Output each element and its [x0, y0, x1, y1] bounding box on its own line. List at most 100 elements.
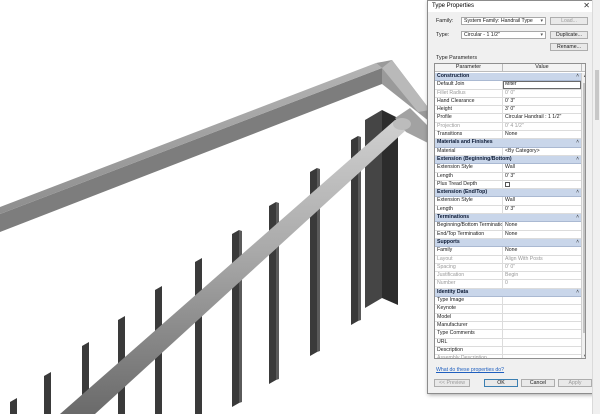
group-header-row[interactable]: Terminations ˄: [435, 214, 581, 223]
parameter-value[interactable]: 0' 3": [503, 98, 581, 105]
parameter-value: Begin: [505, 272, 519, 279]
parameter-value[interactable]: 3' 0": [503, 106, 581, 113]
close-icon[interactable]: ✕: [583, 1, 590, 10]
collapse-caret-icon[interactable]: ˄: [576, 189, 579, 196]
group-header-row[interactable]: Construction ˄: [435, 73, 581, 82]
parameter-row[interactable]: Profile Circular Handrail : 1 1/2": [435, 114, 581, 123]
parameter-value[interactable]: [503, 297, 581, 304]
group-header-row[interactable]: Identity Data ˄: [435, 288, 581, 298]
rename-button[interactable]: Rename...: [550, 43, 588, 51]
parameter-value[interactable]: Miter: [503, 81, 581, 89]
parameter-value[interactable]: <By Category>: [503, 148, 581, 155]
parameter-row[interactable]: Projection 0' 4 1/2": [435, 122, 581, 132]
parameter-value[interactable]: [503, 347, 581, 354]
parameter-row[interactable]: Type Image: [435, 297, 581, 306]
parameter-row[interactable]: Assembly Description: [435, 355, 581, 358]
parameter-value[interactable]: [503, 181, 581, 188]
family-label: Family:: [436, 18, 454, 24]
parameter-value[interactable]: None: [503, 222, 581, 229]
group-header-row[interactable]: Supports ˄: [435, 238, 581, 248]
chevron-down-icon: ▾: [540, 32, 543, 38]
group-header-label: Supports: [437, 238, 460, 245]
parameter-row[interactable]: Manufacturer: [435, 321, 581, 331]
parameter-row[interactable]: Beginning/Bottom Termination None: [435, 222, 581, 231]
parameter-row[interactable]: Spacing 0' 0": [435, 263, 581, 273]
parameter-row[interactable]: Keynote: [435, 305, 581, 314]
group-header-label: Extension (Beginning/Bottom): [437, 155, 512, 162]
parameter-row[interactable]: End/Top Termination None: [435, 230, 581, 239]
parameter-value: 0: [505, 280, 508, 287]
collapse-caret-icon[interactable]: ˄: [576, 289, 579, 296]
parameter-row[interactable]: Default Join Miter: [435, 81, 581, 90]
grid-scrollbar[interactable]: ▲ ▼: [581, 73, 585, 358]
collapse-caret-icon[interactable]: ˄: [576, 214, 579, 221]
group-header-row[interactable]: Extension (Beginning/Bottom) ˄: [435, 155, 581, 165]
parameter-row[interactable]: Description: [435, 346, 581, 356]
parameter-value[interactable]: Circular Handrail : 1 1/2": [503, 114, 581, 121]
parameter-row[interactable]: Model: [435, 313, 581, 322]
parameter-value[interactable]: None: [503, 231, 581, 238]
family-dropdown[interactable]: System Family: Handrail Type ▾: [461, 17, 546, 25]
railing-3d-view: [0, 60, 430, 414]
parameter-value[interactable]: 0' 3": [503, 206, 581, 213]
parameter-value[interactable]: [503, 330, 581, 337]
parameter-column-header[interactable]: Parameter: [435, 64, 503, 72]
group-header-row[interactable]: Extension (End/Top) ˄: [435, 189, 581, 198]
value-column-header[interactable]: Value: [503, 64, 581, 72]
parameter-name: Model: [435, 313, 503, 321]
collapse-caret-icon[interactable]: ˄: [576, 239, 579, 246]
parameter-row[interactable]: Family None: [435, 247, 581, 256]
parameter-row[interactable]: Length 0' 3": [435, 172, 581, 181]
dialog-titlebar[interactable]: Type Properties ✕: [428, 1, 593, 12]
parameter-value[interactable]: Wall: [503, 197, 581, 204]
parameter-row[interactable]: Fillet Radius 0' 0": [435, 89, 581, 98]
parameter-value[interactable]: None: [503, 247, 581, 254]
parameter-value: [503, 355, 581, 358]
duplicate-button[interactable]: Duplicate...: [550, 31, 588, 39]
chevron-down-icon: ▾: [540, 18, 543, 24]
collapse-caret-icon[interactable]: ˄: [576, 73, 579, 80]
scroll-up-icon[interactable]: ▲: [582, 73, 585, 79]
apply-button[interactable]: Apply: [558, 379, 592, 387]
preview-button[interactable]: << Preview: [434, 379, 470, 387]
parameter-row[interactable]: Length 0' 3": [435, 205, 581, 215]
scroll-thumb[interactable]: [583, 83, 585, 333]
collapse-caret-icon[interactable]: ˄: [576, 139, 579, 146]
parameter-value[interactable]: 0' 3": [503, 173, 581, 180]
parameter-value[interactable]: [503, 314, 581, 321]
parameter-row[interactable]: URL: [435, 338, 581, 347]
cancel-button[interactable]: Cancel: [521, 379, 555, 387]
parameter-row[interactable]: Plus Tread Depth: [435, 180, 581, 190]
parameter-name: Plus Tread Depth: [435, 180, 503, 189]
load-button[interactable]: Load...: [550, 17, 588, 25]
type-dropdown[interactable]: Circular - 1 1/2" ▾: [461, 31, 546, 39]
parameter-row[interactable]: Type Comments: [435, 330, 581, 339]
parameter-row[interactable]: Number 0: [435, 280, 581, 289]
collapse-caret-icon[interactable]: ˄: [576, 156, 579, 163]
type-properties-dialog: Type Properties ✕ Family: System Family:…: [427, 0, 594, 394]
scroll-down-icon[interactable]: ▼: [582, 353, 585, 358]
3d-viewport[interactable]: [0, 0, 430, 414]
parameter-value[interactable]: None: [503, 131, 581, 138]
parameter-value[interactable]: [503, 339, 581, 346]
parameter-value[interactable]: Wall: [503, 164, 581, 171]
parameter-value[interactable]: [503, 322, 581, 329]
family-value: System Family: Handrail Type: [464, 18, 533, 24]
window-scroll-thumb[interactable]: [595, 70, 599, 120]
parameter-row[interactable]: Hand Clearance 0' 3": [435, 97, 581, 107]
parameter-row[interactable]: Height 3' 0": [435, 106, 581, 115]
parameter-row[interactable]: Extension Style Wall: [435, 197, 581, 206]
parameter-name: Extension Style: [435, 197, 503, 205]
parameter-row[interactable]: Material <By Category>: [435, 147, 581, 156]
parameter-row[interactable]: Extension Style Wall: [435, 164, 581, 173]
plus-tread-depth-checkbox[interactable]: [505, 181, 510, 187]
group-header-row[interactable]: Materials and Finishes ˄: [435, 139, 581, 148]
parameter-row[interactable]: Layout Align With Posts: [435, 255, 581, 264]
ok-button[interactable]: OK: [484, 379, 518, 387]
parameter-name: URL: [435, 338, 503, 346]
window-scrollbar[interactable]: [592, 0, 600, 414]
help-link[interactable]: What do these properties do?: [436, 367, 504, 373]
parameter-row[interactable]: Transitions None: [435, 131, 581, 140]
parameter-row[interactable]: Justification Begin: [435, 272, 581, 281]
parameter-value[interactable]: [503, 305, 581, 312]
